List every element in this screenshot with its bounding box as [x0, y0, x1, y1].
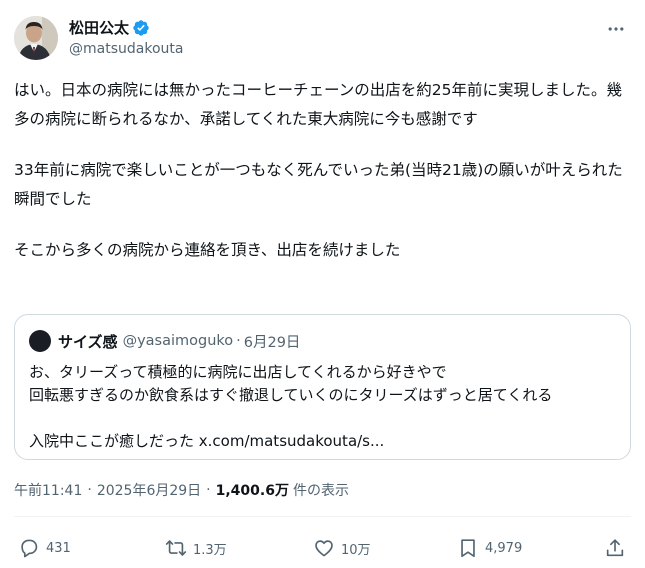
quote-author-avatar [29, 330, 51, 352]
tweet-date[interactable]: 2025年6月29日 [97, 480, 201, 500]
quote-author-name: サイズ感 [58, 332, 118, 351]
quote-header: サイズ感 @yasaimoguko · 6月29日 [29, 329, 300, 353]
tweet-meta: 午前11:41 · 2025年6月29日 · 1,400.6万 件の表示 [14, 478, 349, 502]
divider [14, 516, 631, 517]
author-avatar[interactable] [14, 16, 58, 60]
repost-icon [165, 540, 187, 556]
like-count: 10万 [341, 542, 371, 558]
tweet-paragraph: はい。日本の病院には無かったコーヒーチェーンの出店を約25年前に実現しました。幾… [14, 81, 622, 128]
verified-badge-icon [133, 20, 149, 36]
quote-last-line: 入院中ここが癒しだった x.com/matsudakouta/s... [29, 432, 385, 450]
tweet-paragraph: 33年前に病院で楽しいことが一つもなく死んでいった弟(当時21歳)の願いが叶えら… [14, 161, 623, 208]
quote-author-handle: @yasaimoguko [122, 333, 234, 349]
avatar-photo [14, 16, 58, 60]
quote-date: 6月29日 [243, 334, 301, 351]
reply-icon [21, 539, 38, 558]
author-display-name[interactable]: 松田公太 [69, 17, 129, 39]
heart-icon [315, 540, 333, 557]
quote-line: 回転悪すぎるのか飲食系はすぐ撤退していくのにタリーズはずっと居てくれる [29, 386, 553, 404]
reply-count: 431 [46, 540, 71, 556]
quote-line: お、タリーズって積極的に病院に出店してくれるから好きやで [29, 363, 447, 381]
like-button[interactable]: 10万 [313, 533, 371, 563]
more-options-button[interactable] [601, 18, 631, 40]
bookmark-button[interactable]: 4,979 [457, 533, 522, 563]
meta-separator: · [206, 482, 211, 498]
quoted-tweet-card[interactable]: サイズ感 @yasaimoguko · 6月29日 お、タリーズって積極的に病院… [14, 314, 631, 460]
author-handle[interactable]: @matsudakouta [69, 39, 183, 59]
more-horizontal-icon [608, 27, 624, 31]
repost-button[interactable]: 1.3万 [165, 533, 227, 563]
quote-gap [29, 407, 619, 430]
views-count[interactable]: 1,400.6万 [216, 480, 289, 500]
meta-separator: · [87, 482, 92, 498]
tweet-header: 松田公太 @matsudakouta [14, 16, 631, 62]
views-label: 件の表示 [292, 483, 349, 499]
repost-count: 1.3万 [193, 542, 227, 558]
tweet-text: はい。日本の病院には無かったコーヒーチェーンの出店を約25年前に実現しました。幾… [14, 76, 634, 287]
reply-button[interactable]: 431 [18, 533, 71, 563]
tweet-paragraph: そこから多くの病院から連絡を頂き、出店を続けました [14, 241, 401, 259]
bookmark-count: 4,979 [485, 540, 523, 556]
author-names: 松田公太 @matsudakouta [69, 17, 183, 59]
bookmark-icon [461, 539, 475, 558]
share-icon [606, 539, 624, 557]
share-button[interactable] [604, 533, 632, 563]
quote-body: お、タリーズって積極的に病院に出店してくれるから好きやで 回転悪すぎるのか飲食系… [29, 361, 619, 453]
quote-separator: · [236, 333, 241, 349]
action-bar: 431 1.3万 10万 4,979 [0, 533, 645, 563]
tweet-time[interactable]: 午前11:41 [14, 480, 82, 500]
